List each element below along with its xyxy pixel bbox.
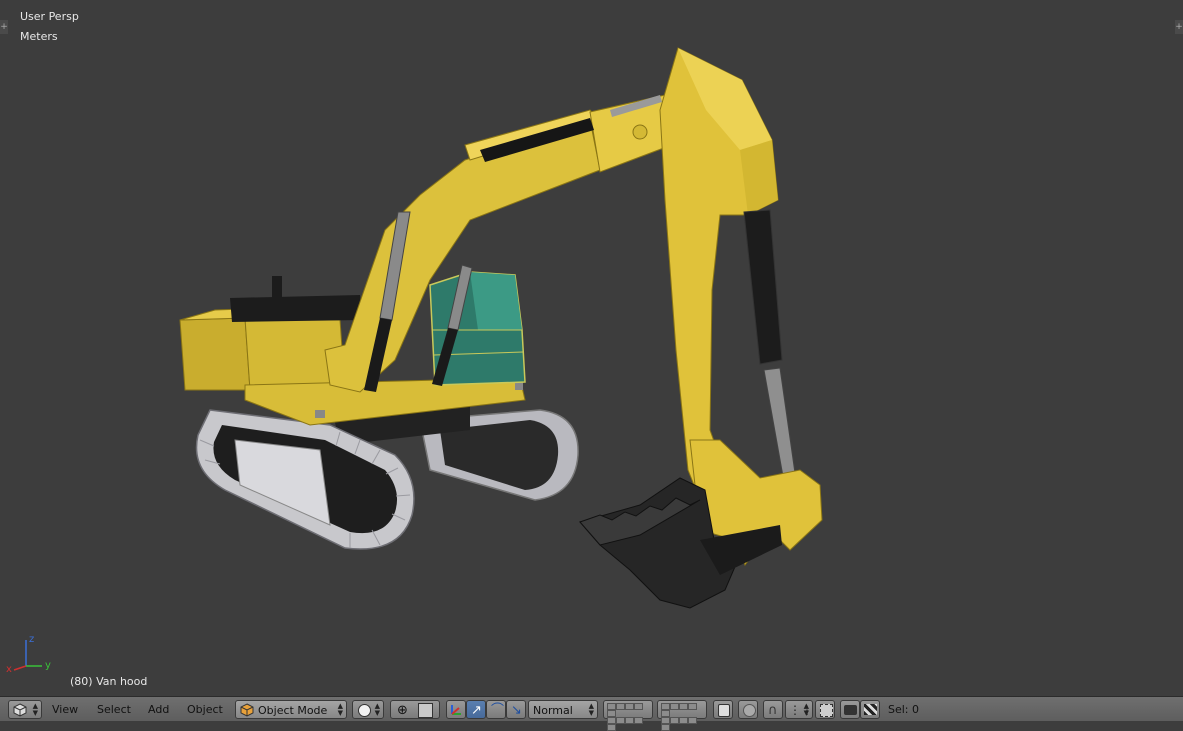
render-camera-icon <box>844 705 857 715</box>
menu-add[interactable]: Add <box>144 700 173 719</box>
rotate-button[interactable]: ⌒ <box>486 700 506 719</box>
pivot-point-button[interactable]: ⊕ <box>390 700 440 719</box>
lock-layers-button[interactable] <box>713 700 733 719</box>
proportional-edit-icon <box>743 704 756 717</box>
mode-label: Object Mode <box>258 704 328 717</box>
3d-viewport[interactable]: User Persp Meters + + z y x (80) Van hoo… <box>0 0 1183 696</box>
scale-button[interactable]: ↘ <box>506 700 526 719</box>
manipulator-axes-icon <box>451 705 461 715</box>
menu-select[interactable]: Select <box>93 700 135 719</box>
excavator-model[interactable]: z y x <box>0 0 1183 696</box>
solid-sphere-icon <box>358 704 371 717</box>
menu-view[interactable]: View <box>48 700 82 719</box>
selection-status: Sel: 0 <box>888 703 920 716</box>
mode-selector[interactable]: Object Mode ▲ ▼ <box>235 700 347 719</box>
layers-grid-b[interactable] <box>657 700 707 731</box>
snap-element-button[interactable]: ⋮⋮ ▲ ▼ <box>785 700 813 719</box>
3d-view-header: ▲ ▼ View Select Add Object Object Mode ▲ ▼… <box>0 696 1183 731</box>
layers-grid-a[interactable] <box>603 700 653 731</box>
transform-orientation-selector[interactable]: Normal ▲ ▼ <box>528 700 598 719</box>
object-mode-cube-icon <box>240 703 254 717</box>
snap-increment-icon: ⋮⋮ <box>789 703 813 717</box>
clapper-icon <box>864 704 877 715</box>
active-object-info: (80) Van hood <box>70 675 148 688</box>
editor-type-button[interactable]: ▲ ▼ <box>8 700 42 719</box>
manipulator-toggle-icon[interactable] <box>418 703 433 718</box>
magnet-snap-icon: ∩ <box>768 703 778 718</box>
x-axis-label: x <box>6 664 12 675</box>
snap-toggle-button[interactable]: ∩ <box>763 700 783 719</box>
pivot-point-icon: ⊕ <box>397 703 408 718</box>
rotate-arc-icon: ⌒ <box>491 703 505 718</box>
menu-object[interactable]: Object <box>183 700 227 719</box>
translate-button[interactable]: ↗ <box>466 700 486 719</box>
render-still-button[interactable] <box>840 700 860 719</box>
layer-lock-icon <box>718 704 730 717</box>
viewport-shading-button[interactable]: ▲ ▼ <box>352 700 384 719</box>
3d-view-cube-icon <box>13 703 27 717</box>
render-animation-button[interactable] <box>860 700 880 719</box>
orientation-label: Normal <box>533 704 573 717</box>
z-axis-label: z <box>29 634 34 645</box>
translate-arrow-icon: ↗ <box>471 703 482 718</box>
snap-target-icon <box>820 704 833 717</box>
proportional-edit-button[interactable] <box>738 700 758 719</box>
axis-gizmo: z y x <box>6 634 51 675</box>
manipulator-button[interactable] <box>446 700 466 719</box>
snap-target-button[interactable] <box>815 700 835 719</box>
scale-icon: ↘ <box>511 703 522 718</box>
stick-cylinder <box>743 209 797 483</box>
y-axis-label: y <box>45 660 51 671</box>
